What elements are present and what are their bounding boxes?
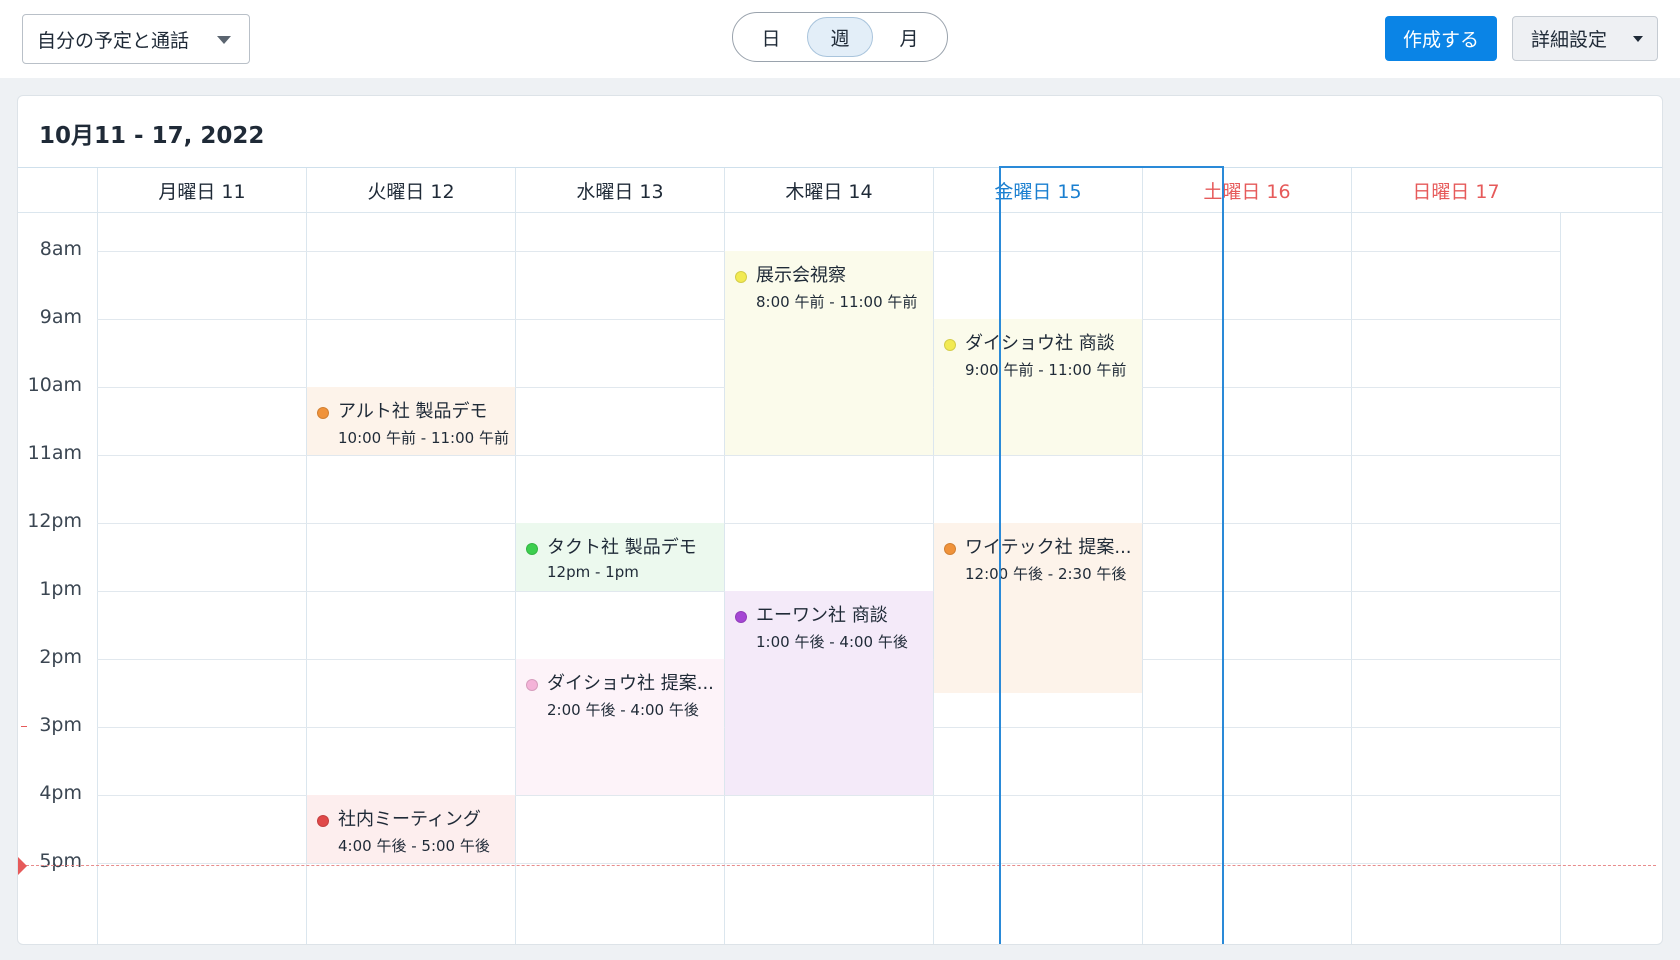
- event-title: ダイショウ社 提案...: [547, 673, 714, 694]
- event-color-dot-icon: [526, 679, 538, 691]
- view-day-button[interactable]: 日: [738, 17, 804, 57]
- event-time: 4:00 午後 - 5:00 午後: [338, 837, 490, 855]
- event-title: ワイテック社 提案...: [965, 537, 1132, 558]
- event-time: 10:00 午前 - 11:00 午前: [338, 429, 509, 447]
- calendar-event[interactable]: 社内ミーティング 4:00 午後 - 5:00 午後: [307, 795, 515, 863]
- event-time: 1:00 午後 - 4:00 午後: [756, 633, 908, 651]
- view-toggle: 日 週 月: [732, 12, 948, 62]
- day-header-4[interactable]: 木曜日 14: [724, 168, 933, 213]
- column-divider: [1142, 213, 1143, 944]
- event-color-dot-icon: [735, 611, 747, 623]
- day-header-row: 月曜日 11 火曜日 12 水曜日 13 木曜日 14 金曜日 15 土曜日 16 日曜日 …: [18, 167, 1662, 213]
- event-time: 2:00 午後 - 4:00 午後: [547, 701, 699, 719]
- current-time-marker-icon: [18, 857, 27, 875]
- caret-down-icon: [1633, 36, 1643, 42]
- calendar-event[interactable]: タクト社 製品デモ 12pm - 1pm: [516, 523, 724, 591]
- day-header-5[interactable]: 金曜日 15: [933, 168, 1142, 213]
- calendar-filter-dropdown[interactable]: 自分の予定と通話: [22, 14, 250, 64]
- day-header-6[interactable]: 土曜日 16: [1142, 168, 1351, 213]
- hour-label: 2pm: [39, 646, 82, 668]
- event-title: アルト社 製品デモ: [338, 401, 488, 422]
- date-range-title: 10月11 - 17, 2022: [39, 123, 265, 149]
- hour-label: 12pm: [27, 510, 82, 532]
- event-time: 12:00 午後 - 2:30 午後: [965, 565, 1127, 583]
- event-time: 9:00 午前 - 11:00 午前: [965, 361, 1127, 379]
- chevron-down-icon: [217, 36, 231, 44]
- advanced-settings-button[interactable]: 詳細設定: [1512, 16, 1658, 61]
- calendar-event[interactable]: 展示会視察 8:00 午前 - 11:00 午前: [725, 251, 933, 455]
- calendar-event[interactable]: ダイショウ社 提案... 2:00 午後 - 4:00 午後: [516, 659, 724, 795]
- hour-label: 10am: [27, 374, 82, 396]
- event-title: 社内ミーティング: [338, 809, 481, 830]
- hour-label: 11am: [27, 442, 82, 464]
- calendar-event[interactable]: エーワン社 商談 1:00 午後 - 4:00 午後: [725, 591, 933, 795]
- event-color-dot-icon: [526, 543, 538, 555]
- day-header-2[interactable]: 火曜日 12: [306, 168, 515, 213]
- event-time: 12pm - 1pm: [547, 563, 639, 581]
- create-button[interactable]: 作成する: [1385, 16, 1497, 61]
- event-color-dot-icon: [944, 543, 956, 555]
- column-divider: [1351, 213, 1352, 944]
- week-calendar-panel: 10月11 - 17, 2022 月曜日 11 火曜日 12 水曜日 13 木曜日 1…: [17, 95, 1663, 945]
- edge-tick: [21, 726, 27, 727]
- day-header-1[interactable]: 月曜日 11: [97, 168, 306, 213]
- day-header-3[interactable]: 水曜日 13: [515, 168, 724, 213]
- event-title: ダイショウ社 商談: [965, 333, 1115, 354]
- event-color-dot-icon: [317, 407, 329, 419]
- hour-label: 8am: [39, 238, 82, 260]
- hour-gridline: [97, 455, 1560, 456]
- calendar-event[interactable]: ダイショウ社 商談 9:00 午前 - 11:00 午前: [934, 319, 1142, 455]
- column-divider: [97, 213, 98, 944]
- top-toolbar: 自分の予定と通話 日 週 月 作成する 詳細設定: [0, 0, 1680, 78]
- hour-gridline: [97, 523, 1560, 524]
- hour-label: 9am: [39, 306, 82, 328]
- current-time-line: [26, 865, 1656, 866]
- day-header-7[interactable]: 日曜日 17: [1351, 168, 1560, 213]
- time-grid: 8am 9am 10am 11am 12pm 1pm 2pm 3pm 4pm 5pm アルト社 製品…: [18, 213, 1662, 944]
- event-title: エーワン社 商談: [756, 605, 888, 626]
- event-color-dot-icon: [944, 339, 956, 351]
- hour-label: 4pm: [39, 782, 82, 804]
- event-title: 展示会視察: [756, 265, 846, 286]
- calendar-filter-label: 自分の予定と通話: [37, 29, 190, 52]
- hour-label: 3pm: [39, 714, 82, 736]
- advanced-settings-label: 詳細設定: [1531, 29, 1608, 51]
- hour-gridline: [97, 863, 1560, 864]
- event-title: タクト社 製品デモ: [547, 537, 697, 558]
- calendar-event[interactable]: ワイテック社 提案... 12:00 午後 - 2:30 午後: [934, 523, 1142, 693]
- event-color-dot-icon: [317, 815, 329, 827]
- view-month-button[interactable]: 月: [876, 17, 942, 57]
- column-divider: [1560, 213, 1561, 944]
- view-week-button[interactable]: 週: [807, 17, 873, 57]
- event-color-dot-icon: [735, 271, 747, 283]
- hour-label: 1pm: [39, 578, 82, 600]
- event-time: 8:00 午前 - 11:00 午前: [756, 293, 918, 311]
- calendar-event[interactable]: アルト社 製品デモ 10:00 午前 - 11:00 午前: [307, 387, 515, 455]
